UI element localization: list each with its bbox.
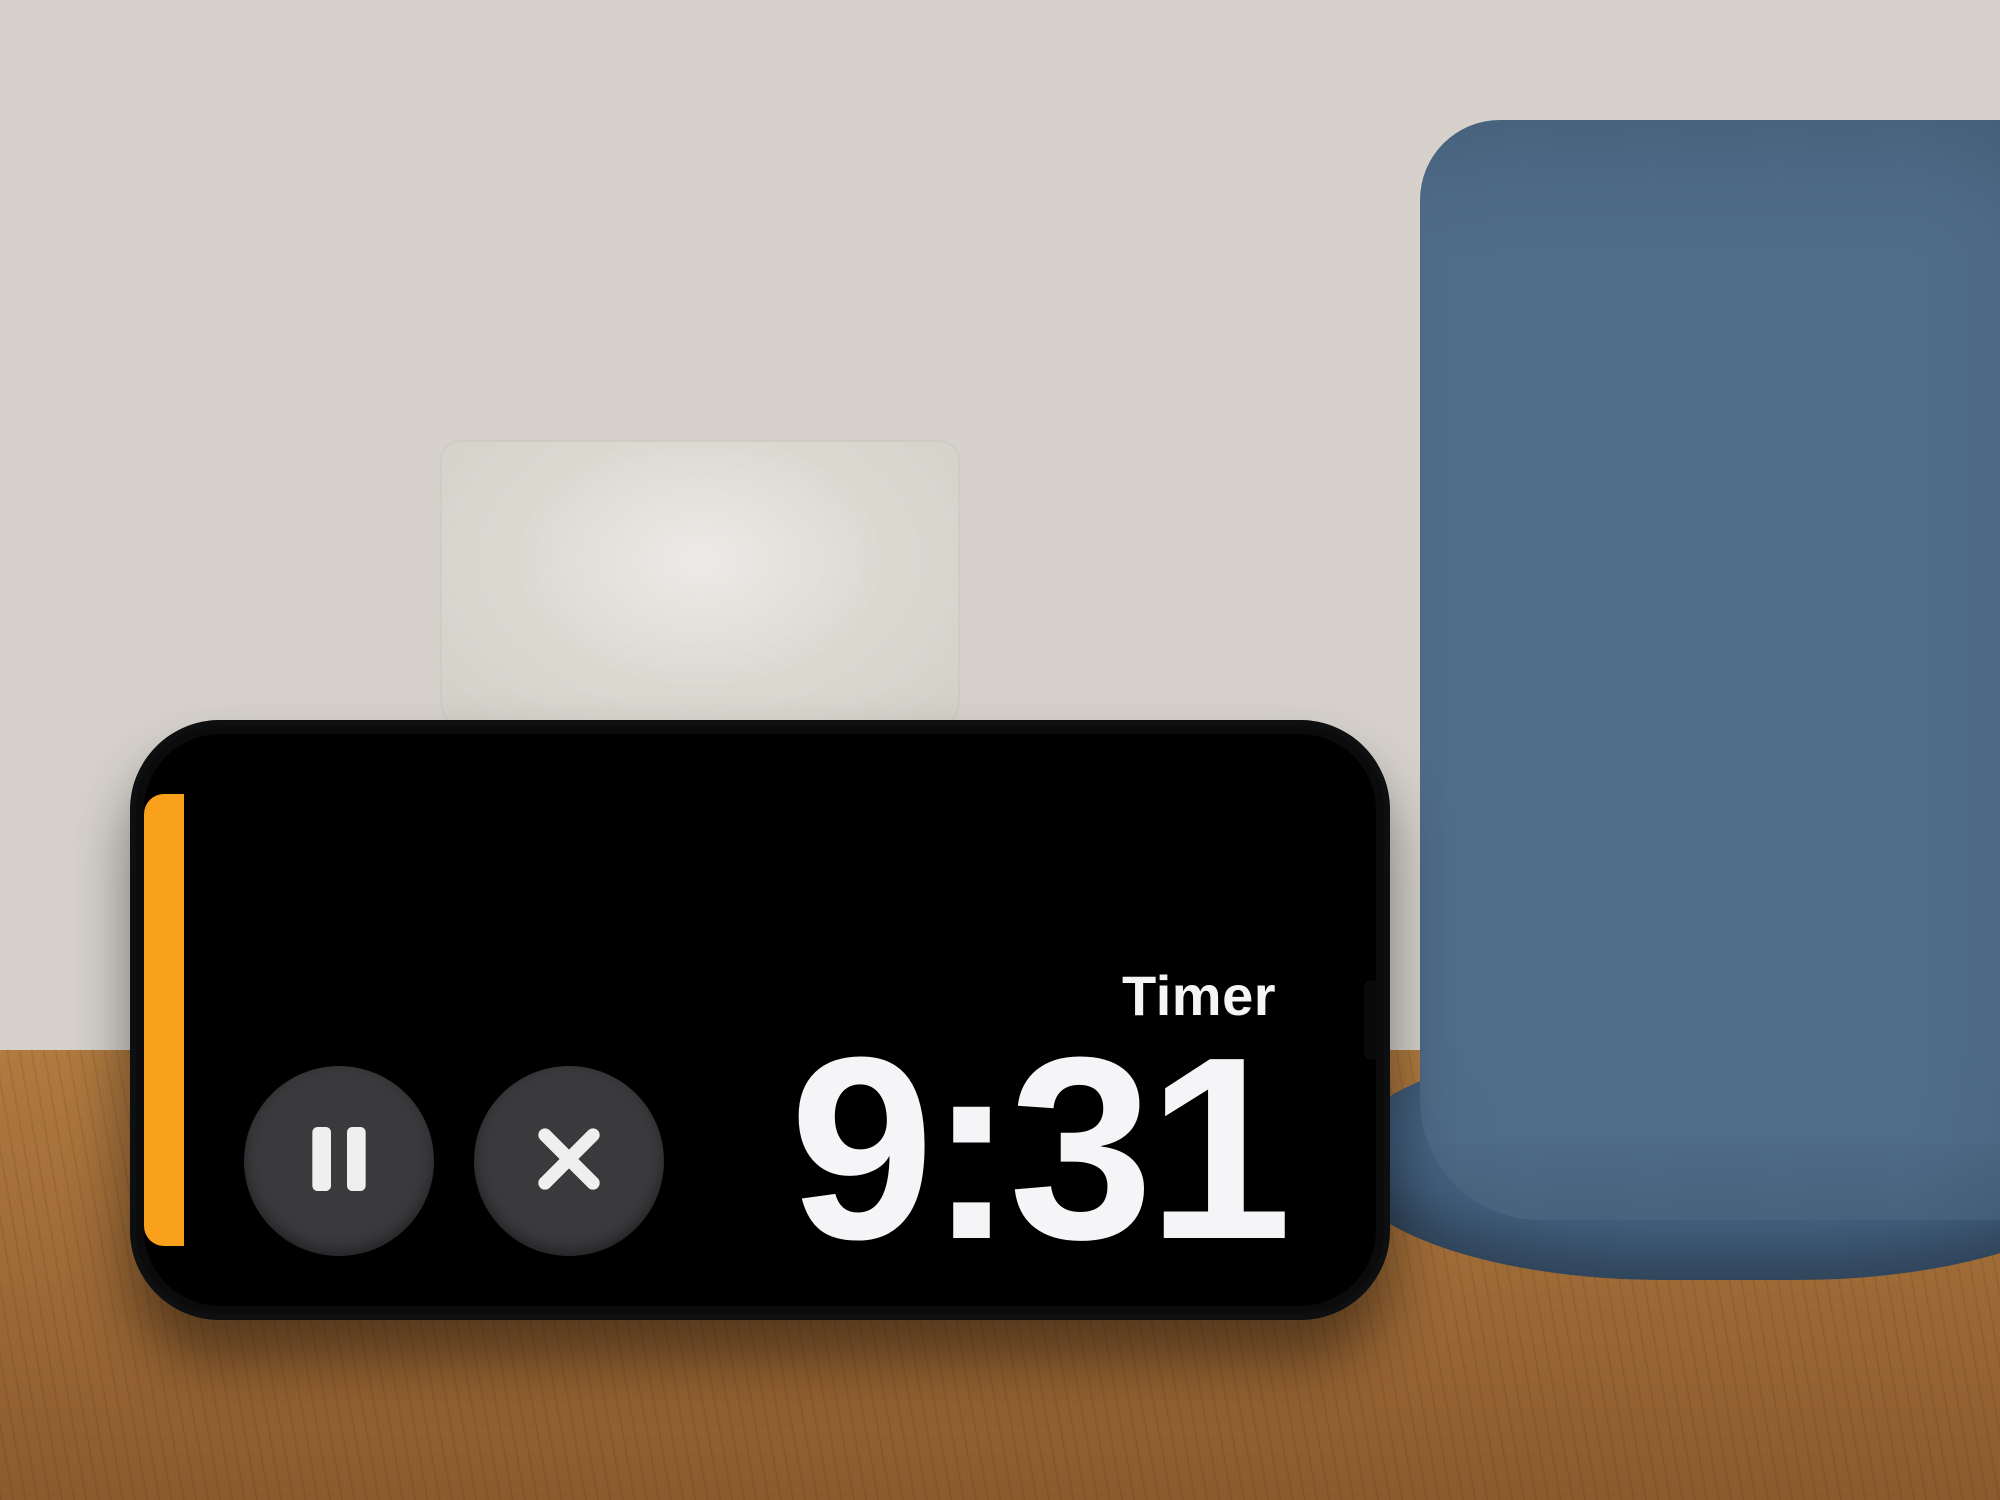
pause-icon [299, 1119, 379, 1204]
timer-time: 9:31 [790, 1032, 1286, 1266]
close-icon [529, 1119, 609, 1204]
pause-button[interactable] [244, 1066, 434, 1256]
phone-screen[interactable]: Timer 9:31 [144, 734, 1376, 1306]
scene-candle [440, 440, 960, 740]
phone-frame: Timer 9:31 [130, 720, 1390, 1320]
cancel-button[interactable] [474, 1066, 664, 1256]
scene-plant-pot [1420, 120, 2000, 1220]
timer-controls [244, 1066, 664, 1256]
timer-progress-bar [144, 794, 184, 1246]
phone-speaker-notch [1364, 980, 1376, 1060]
timer-display: Timer 9:31 [790, 963, 1286, 1266]
